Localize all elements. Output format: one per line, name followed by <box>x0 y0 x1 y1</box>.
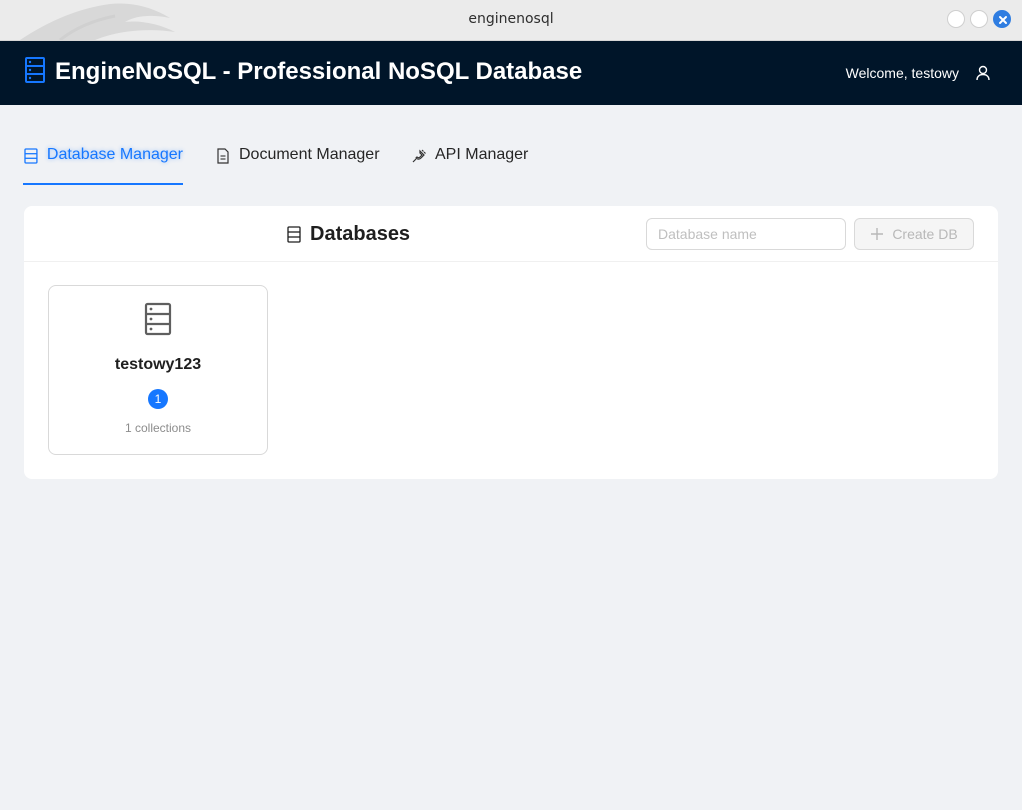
card-title: Databases <box>286 223 410 246</box>
api-plug-icon <box>412 149 426 163</box>
create-db-button[interactable]: Create DB <box>854 218 974 250</box>
close-window-button[interactable] <box>993 10 1011 28</box>
window-titlebar: enginenosql <box>0 0 1022 41</box>
tab-api-manager[interactable]: API Manager <box>411 130 528 185</box>
create-db-label: Create DB <box>892 226 958 242</box>
user-icon[interactable] <box>976 65 990 81</box>
welcome-text: Welcome, testowy <box>845 65 959 81</box>
app-header: EngineNoSQL - Professional NoSQL Databas… <box>0 41 1022 105</box>
app-title: EngineNoSQL - Professional NoSQL Databas… <box>55 58 583 85</box>
plus-icon <box>871 228 884 240</box>
tab-label: API Manager <box>435 146 529 163</box>
document-icon <box>217 148 229 164</box>
minimize-button[interactable] <box>947 10 965 28</box>
database-icon <box>24 148 38 164</box>
tab-label: Database Manager <box>46 146 183 163</box>
database-icon <box>287 226 301 243</box>
collection-count-badge: 1 <box>148 389 168 409</box>
card-header: Databases Create DB <box>24 206 998 262</box>
main-tabs: Database Manager Document Manager API Ma… <box>23 130 998 185</box>
database-name: testowy123 <box>114 356 202 373</box>
close-icon <box>999 16 1007 24</box>
tab-database-manager[interactable]: Database Manager <box>23 130 183 185</box>
tab-document-manager[interactable]: Document Manager <box>215 130 380 185</box>
window-title: enginenosql <box>468 11 554 27</box>
card-title-text: Databases <box>310 223 411 245</box>
database-icon <box>144 302 172 336</box>
databases-card: Databases Create DB testowy123 1 1 colle… <box>24 206 998 479</box>
database-name-input[interactable] <box>646 218 846 250</box>
tab-label: Document Manager <box>239 146 380 163</box>
database-icon <box>25 57 45 83</box>
collections-count-text: 1 collections <box>124 421 192 435</box>
maximize-button[interactable] <box>970 10 988 28</box>
database-item[interactable]: testowy123 1 1 collections <box>48 285 268 455</box>
